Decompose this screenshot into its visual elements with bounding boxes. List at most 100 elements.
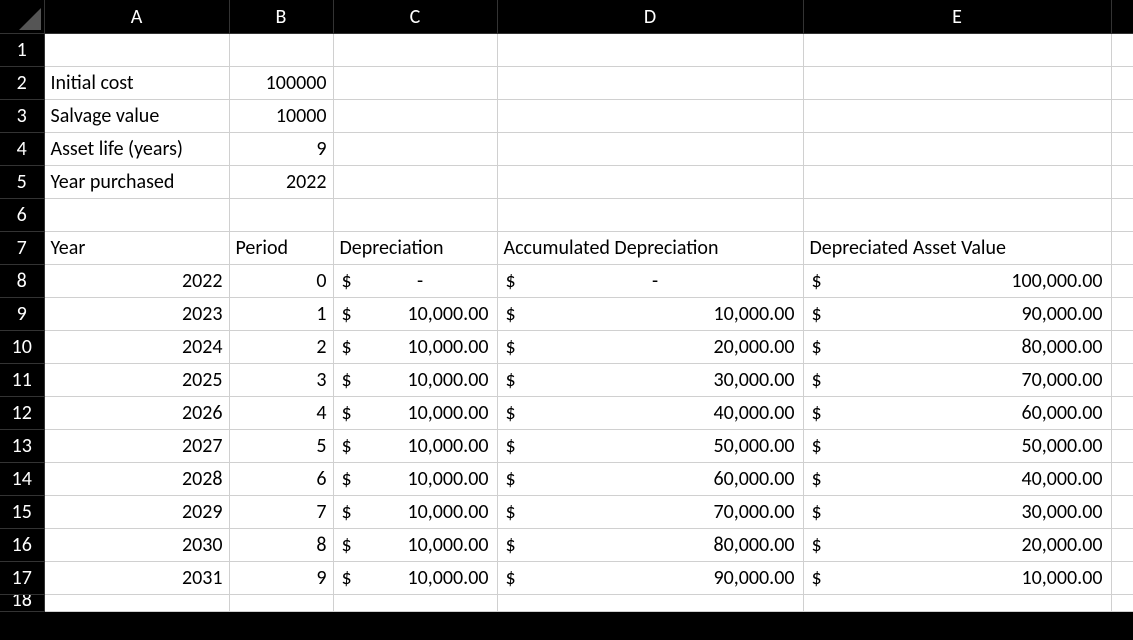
cell-B1[interactable] xyxy=(229,34,333,67)
cell-C11[interactable]: $10,000.00 xyxy=(333,364,497,397)
cell-C9[interactable]: $10,000.00 xyxy=(333,298,497,331)
cell-D13[interactable]: $50,000.00 xyxy=(497,430,803,463)
cell-A6[interactable] xyxy=(44,199,229,232)
cell-D15[interactable]: $70,000.00 xyxy=(497,496,803,529)
cell-A14[interactable]: 2028 xyxy=(44,463,229,496)
cell-F11[interactable] xyxy=(1111,364,1133,397)
cell-C13[interactable]: $10,000.00 xyxy=(333,430,497,463)
cell-C16[interactable]: $10,000.00 xyxy=(333,529,497,562)
cell-D1[interactable] xyxy=(497,34,803,67)
cell-B6[interactable] xyxy=(229,199,333,232)
cell-F16[interactable] xyxy=(1111,529,1133,562)
cell-F9[interactable] xyxy=(1111,298,1133,331)
cell-E1[interactable] xyxy=(803,34,1111,67)
cell-D16[interactable]: $80,000.00 xyxy=(497,529,803,562)
cell-E4[interactable] xyxy=(803,133,1111,166)
row-head-14[interactable]: 14 xyxy=(0,463,44,496)
cell-B10[interactable]: 2 xyxy=(229,331,333,364)
cell-E5[interactable] xyxy=(803,166,1111,199)
cell-D9[interactable]: $10,000.00 xyxy=(497,298,803,331)
cell-E2[interactable] xyxy=(803,67,1111,100)
cell-D2[interactable] xyxy=(497,67,803,100)
cell-E17[interactable]: $10,000.00 xyxy=(803,562,1111,595)
cell-A8[interactable]: 2022 xyxy=(44,265,229,298)
cell-E15[interactable]: $30,000.00 xyxy=(803,496,1111,529)
row-head-11[interactable]: 11 xyxy=(0,364,44,397)
cell-C18[interactable] xyxy=(333,595,497,612)
row-head-12[interactable]: 12 xyxy=(0,397,44,430)
cell-D14[interactable]: $60,000.00 xyxy=(497,463,803,496)
cell-A17[interactable]: 2031 xyxy=(44,562,229,595)
row-head-6[interactable]: 6 xyxy=(0,199,44,232)
row-head-18[interactable]: 18 xyxy=(0,595,44,612)
cell-F15[interactable] xyxy=(1111,496,1133,529)
cell-F1[interactable] xyxy=(1111,34,1133,67)
cell-C6[interactable] xyxy=(333,199,497,232)
cell-A4[interactable]: Asset life (years) xyxy=(44,133,229,166)
row-head-17[interactable]: 17 xyxy=(0,562,44,595)
cell-C3[interactable] xyxy=(333,100,497,133)
cell-E10[interactable]: $80,000.00 xyxy=(803,331,1111,364)
row-head-9[interactable]: 9 xyxy=(0,298,44,331)
cell-D12[interactable]: $40,000.00 xyxy=(497,397,803,430)
cell-A7[interactable]: Year xyxy=(44,232,229,265)
cell-D10[interactable]: $20,000.00 xyxy=(497,331,803,364)
row-head-4[interactable]: 4 xyxy=(0,133,44,166)
cell-B2[interactable]: 100000 xyxy=(229,67,333,100)
cell-B5[interactable]: 2022 xyxy=(229,166,333,199)
cell-B18[interactable] xyxy=(229,595,333,612)
cell-A12[interactable]: 2026 xyxy=(44,397,229,430)
cell-F5[interactable] xyxy=(1111,166,1133,199)
cell-A10[interactable]: 2024 xyxy=(44,331,229,364)
cell-F12[interactable] xyxy=(1111,397,1133,430)
cell-E7[interactable]: Depreciated Asset Value xyxy=(803,232,1111,265)
cell-F3[interactable] xyxy=(1111,100,1133,133)
cell-D7[interactable]: Accumulated Depreciation xyxy=(497,232,803,265)
cell-E9[interactable]: $90,000.00 xyxy=(803,298,1111,331)
cell-F6[interactable] xyxy=(1111,199,1133,232)
cell-B8[interactable]: 0 xyxy=(229,265,333,298)
cell-E12[interactable]: $60,000.00 xyxy=(803,397,1111,430)
cell-B14[interactable]: 6 xyxy=(229,463,333,496)
cell-A1[interactable] xyxy=(44,34,229,67)
row-head-16[interactable]: 16 xyxy=(0,529,44,562)
cell-F13[interactable] xyxy=(1111,430,1133,463)
cell-A5[interactable]: Year purchased xyxy=(44,166,229,199)
cell-F4[interactable] xyxy=(1111,133,1133,166)
cell-F14[interactable] xyxy=(1111,463,1133,496)
col-head-B[interactable]: B xyxy=(229,0,333,34)
cell-D3[interactable] xyxy=(497,100,803,133)
cell-B12[interactable]: 4 xyxy=(229,397,333,430)
cell-D4[interactable] xyxy=(497,133,803,166)
cell-C10[interactable]: $10,000.00 xyxy=(333,331,497,364)
cell-C8[interactable]: $- xyxy=(333,265,497,298)
cell-E6[interactable] xyxy=(803,199,1111,232)
cell-B9[interactable]: 1 xyxy=(229,298,333,331)
col-head-F-sliver[interactable] xyxy=(1111,0,1133,34)
cell-C5[interactable] xyxy=(333,166,497,199)
cell-B15[interactable]: 7 xyxy=(229,496,333,529)
cell-D6[interactable] xyxy=(497,199,803,232)
cell-E14[interactable]: $40,000.00 xyxy=(803,463,1111,496)
cell-B7[interactable]: Period xyxy=(229,232,333,265)
row-head-13[interactable]: 13 xyxy=(0,430,44,463)
row-head-8[interactable]: 8 xyxy=(0,265,44,298)
cell-A2[interactable]: Initial cost xyxy=(44,67,229,100)
row-head-15[interactable]: 15 xyxy=(0,496,44,529)
cell-A18[interactable] xyxy=(44,595,229,612)
select-all-corner[interactable] xyxy=(0,0,44,34)
cell-A15[interactable]: 2029 xyxy=(44,496,229,529)
cell-A3[interactable]: Salvage value xyxy=(44,100,229,133)
spreadsheet-grid[interactable]: A B C D E 1 2 Initial cost 100000 xyxy=(0,0,1133,612)
cell-A13[interactable]: 2027 xyxy=(44,430,229,463)
cell-B3[interactable]: 10000 xyxy=(229,100,333,133)
cell-E8[interactable]: $100,000.00 xyxy=(803,265,1111,298)
cell-D17[interactable]: $90,000.00 xyxy=(497,562,803,595)
row-head-5[interactable]: 5 xyxy=(0,166,44,199)
col-head-A[interactable]: A xyxy=(44,0,229,34)
cell-B13[interactable]: 5 xyxy=(229,430,333,463)
cell-B11[interactable]: 3 xyxy=(229,364,333,397)
cell-B4[interactable]: 9 xyxy=(229,133,333,166)
row-head-3[interactable]: 3 xyxy=(0,100,44,133)
cell-F10[interactable] xyxy=(1111,331,1133,364)
